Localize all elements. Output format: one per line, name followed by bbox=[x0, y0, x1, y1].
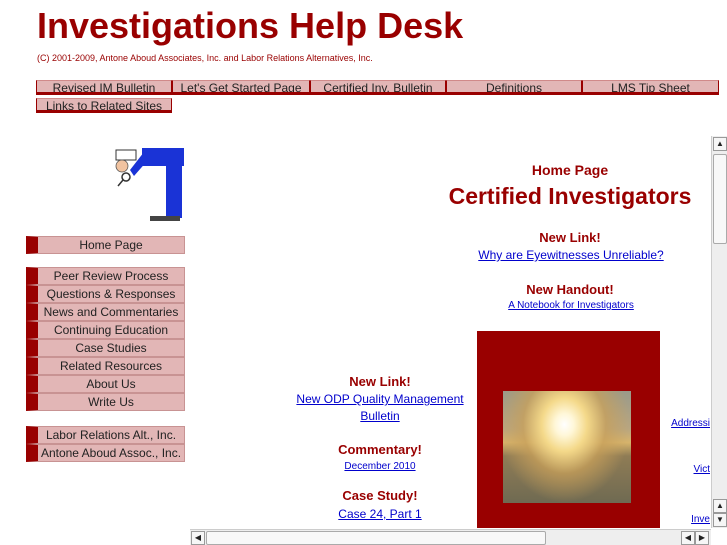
scroll-right-button[interactable]: ▶ bbox=[695, 531, 709, 545]
copyright-notice: (C) 2001-2009, Antone Aboud Associates, … bbox=[37, 53, 373, 63]
odp-bulletin-link[interactable]: New ODP Quality Management bbox=[280, 392, 480, 406]
december-2010-link[interactable]: December 2010 bbox=[320, 461, 440, 472]
scroll-left-small-button[interactable]: ◀ bbox=[681, 531, 695, 545]
sidebar-item-news[interactable]: News and Commentaries bbox=[26, 303, 185, 321]
new-link-heading: New Link! bbox=[539, 230, 601, 245]
sidebar-item-case-studies[interactable]: Case Studies bbox=[26, 339, 185, 357]
sidebar-item-home[interactable]: Home Page bbox=[26, 236, 185, 254]
featured-image-frame bbox=[477, 331, 660, 528]
notebook-link[interactable]: A Notebook for Investigators bbox=[481, 300, 661, 311]
horizontal-scrollbar[interactable]: ◀ ◀ ▶ bbox=[190, 529, 711, 545]
investigator-clipart bbox=[115, 148, 184, 221]
main-content: Home Page Certified Investigators New Li… bbox=[190, 136, 710, 528]
page-title: Certified Investigators bbox=[448, 183, 692, 209]
horizontal-scroll-thumb[interactable] bbox=[206, 531, 546, 545]
nav-certified-inv-bulletin[interactable]: Certified Inv. Bulletin bbox=[310, 80, 446, 95]
sidebar-menu: Peer Review Process Questions & Response… bbox=[26, 267, 185, 411]
new-handout-heading: New Handout! bbox=[526, 282, 614, 297]
nav-lms-tip-sheet[interactable]: LMS Tip Sheet bbox=[582, 80, 719, 95]
scroll-up-small-button[interactable]: ▲ bbox=[713, 499, 727, 513]
sidebar-item-write-us[interactable]: Write Us bbox=[26, 393, 185, 411]
vertical-scroll-thumb[interactable] bbox=[713, 154, 727, 244]
page-label: Home Page bbox=[531, 162, 609, 178]
top-navigation: Revised IM Bulletin Let's Get Started Pa… bbox=[36, 80, 719, 116]
victim-link[interactable]: Vict bbox=[694, 464, 711, 475]
sidebar-item-about-us[interactable]: About Us bbox=[26, 375, 185, 393]
site-title: Investigations Help Desk bbox=[37, 5, 464, 46]
scroll-left-button[interactable]: ◀ bbox=[191, 531, 205, 545]
sidebar-item-continuing-education[interactable]: Continuing Education bbox=[26, 321, 185, 339]
sidebar-item-antone-aboud[interactable]: Antone Aboud Assoc., Inc. bbox=[26, 444, 185, 462]
sidebar-item-peer-review[interactable]: Peer Review Process bbox=[26, 267, 185, 285]
addressing-link[interactable]: Addressi bbox=[671, 418, 710, 429]
odp-bulletin-link-line2[interactable]: Bulletin bbox=[330, 409, 430, 423]
sidebar-home-group: Home Page bbox=[26, 236, 185, 254]
sidebar-item-questions[interactable]: Questions & Responses bbox=[26, 285, 185, 303]
nav-revised-im-bulletin[interactable]: Revised IM Bulletin bbox=[36, 80, 172, 95]
investigation-link[interactable]: Inve bbox=[691, 514, 710, 525]
scroll-down-button[interactable]: ▼ bbox=[713, 513, 727, 527]
eyewitness-link[interactable]: Why are Eyewitnesses Unreliable? bbox=[461, 248, 681, 262]
sidebar-partners: Labor Relations Alt., Inc. Antone Aboud … bbox=[26, 426, 185, 462]
new-link-heading-2: New Link! bbox=[349, 374, 411, 389]
nav-lets-get-started[interactable]: Let's Get Started Page bbox=[172, 80, 310, 95]
case-24-link[interactable]: Case 24, Part 1 bbox=[310, 507, 450, 521]
sidebar-item-related-resources[interactable]: Related Resources bbox=[26, 357, 185, 375]
case-study-heading: Case Study! bbox=[342, 488, 418, 503]
scroll-up-button[interactable]: ▲ bbox=[713, 137, 727, 151]
nav-definitions[interactable]: Definitions bbox=[446, 80, 582, 95]
sunrise-image bbox=[503, 391, 631, 503]
nav-links-to-related-sites[interactable]: Links to Related Sites bbox=[36, 98, 172, 113]
sidebar-item-labor-relations[interactable]: Labor Relations Alt., Inc. bbox=[26, 426, 185, 444]
commentary-heading: Commentary! bbox=[338, 442, 422, 457]
vertical-scrollbar[interactable]: ▲ ▲ ▼ bbox=[711, 136, 727, 528]
